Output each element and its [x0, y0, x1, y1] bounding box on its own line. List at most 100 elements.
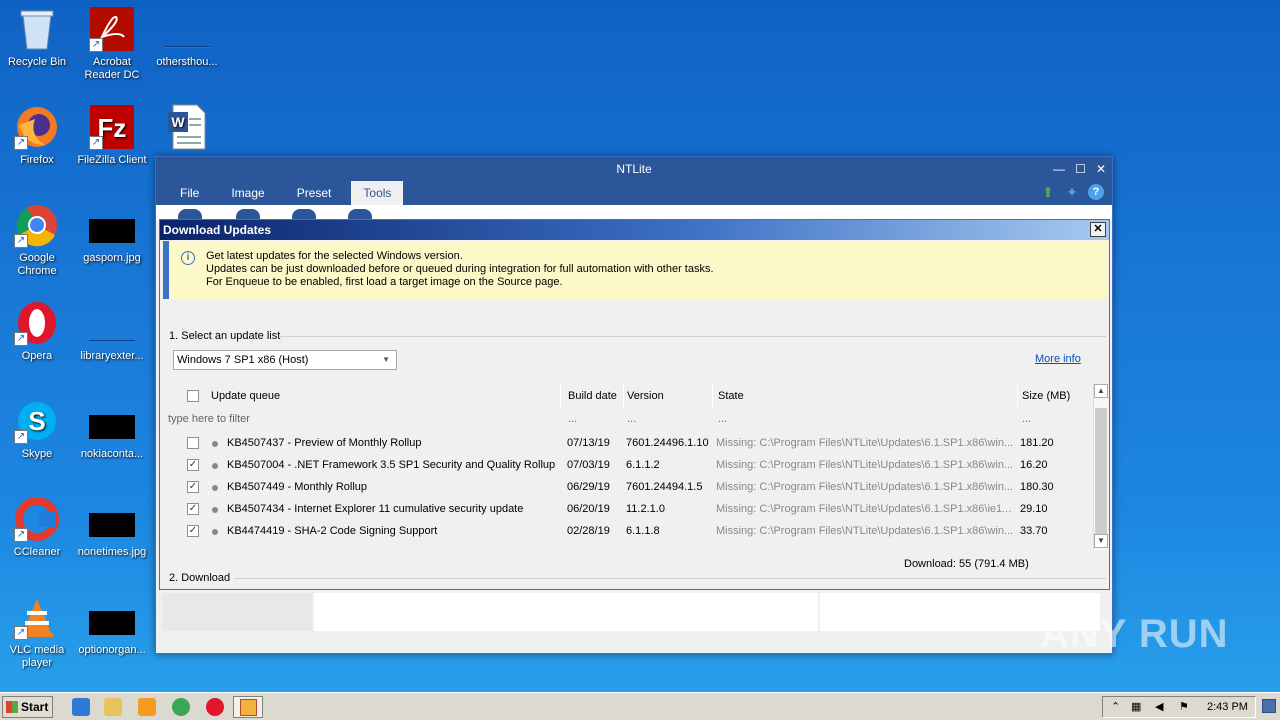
volume-icon[interactable]: ◀ — [1155, 700, 1163, 713]
desktop-icon-label: Acrobat Reader DC — [84, 56, 140, 81]
start-button[interactable]: Start — [2, 696, 53, 718]
ribbon-button-icon[interactable] — [236, 209, 260, 219]
network-icon[interactable]: ▦ — [1131, 700, 1141, 713]
download-total: Download: 55 (791.4 MB) — [904, 558, 1029, 570]
content-panel — [314, 593, 818, 631]
flag-icon[interactable]: ⚑ — [1179, 700, 1189, 713]
status-dot-icon — [212, 485, 218, 491]
desktop-icon-othersthou[interactable]: othersthou... — [150, 6, 224, 69]
watermark: ANY RUN — [1040, 612, 1229, 656]
status-dot-icon — [212, 529, 218, 535]
select-all-checkbox[interactable] — [187, 390, 199, 402]
column-header-version[interactable]: Version — [627, 384, 713, 408]
chrome-icon[interactable] — [172, 698, 190, 716]
clock[interactable]: 2:43 PM — [1207, 701, 1248, 713]
ribbon-button-icon[interactable] — [348, 209, 372, 219]
desktop-icon-gasporn[interactable]: gasporn.jpg — [75, 202, 149, 265]
table-row[interactable]: ✓ KB4507449 - Monthly Rollup 06/29/19 76… — [163, 477, 1091, 499]
column-header-build-date[interactable]: Build date — [568, 384, 624, 408]
file-explorer-icon[interactable] — [104, 698, 122, 716]
desktop-icon-nonetimes[interactable]: nonetimes.jpg — [75, 496, 149, 559]
filter-input-version[interactable]: ... — [627, 413, 636, 425]
help-icon[interactable]: ? — [1088, 184, 1104, 200]
show-desktop-button[interactable] — [1262, 699, 1276, 713]
desktop-icon-firefox[interactable]: ↗ Firefox — [0, 104, 74, 167]
scroll-up-icon[interactable]: ▲ — [1094, 384, 1108, 398]
filter-input-build[interactable]: ... — [568, 413, 577, 425]
download-updates-dialog: Download Updates ✕ i Get latest updates … — [159, 219, 1110, 590]
media-player-icon[interactable] — [138, 698, 156, 716]
window-titlebar[interactable]: NTLite — ☐ ✕ — [156, 157, 1112, 181]
tab-preset[interactable]: Preset — [285, 181, 344, 205]
tab-file[interactable]: File — [168, 181, 211, 205]
desktop-icon-nokiaconta[interactable]: nokiaconta... — [75, 398, 149, 461]
desktop-icon-label: gasporn.jpg — [83, 252, 141, 264]
table-row[interactable]: ✓ KB4474419 - SHA-2 Code Signing Support… — [163, 521, 1091, 543]
vertical-scrollbar[interactable]: ▲ ▼ — [1093, 384, 1108, 550]
section-label-select-list: 1. Select an update list — [169, 330, 281, 342]
minimize-icon[interactable]: — — [1053, 157, 1065, 181]
filter-input-name[interactable]: type here to filter — [168, 413, 250, 425]
desktop-icon-ccleaner[interactable]: ↗ CCleaner — [0, 496, 74, 559]
column-header-state[interactable]: State — [718, 384, 1018, 408]
scrollbar-thumb[interactable] — [1095, 408, 1107, 534]
vlc-icon: ↗ — [14, 594, 60, 640]
taskbar-item-ntlite[interactable] — [233, 696, 263, 718]
table-row[interactable]: KB4507437 - Preview of Monthly Rollup 07… — [163, 433, 1091, 455]
dialog-titlebar[interactable]: Download Updates ✕ — [160, 220, 1109, 240]
twitter-icon[interactable]: ✦ — [1064, 184, 1080, 200]
desktop-icon-skype[interactable]: S ↗ Skype — [0, 398, 74, 461]
close-icon[interactable]: ✕ — [1096, 157, 1106, 181]
desktop-icon-acrobat[interactable]: ↗ Acrobat Reader DC — [75, 6, 149, 82]
table-row[interactable]: ✓ KB4507004 - .NET Framework 3.5 SP1 Sec… — [163, 455, 1091, 477]
column-header-queue[interactable]: Update queue — [211, 384, 561, 408]
desktop-icon-libraryexter[interactable]: libraryexter... — [75, 300, 149, 363]
desktop-icon-opera[interactable]: ↗ Opera — [0, 300, 74, 363]
section-label-download: 2. Download — [169, 572, 231, 584]
row-checkbox[interactable]: ✓ — [187, 459, 199, 471]
filter-row[interactable]: type here to filter ... ... ... ... — [163, 410, 1091, 430]
table-row[interactable]: ✓ KB4507434 - Internet Explorer 11 cumul… — [163, 499, 1091, 521]
row-checkbox[interactable]: ✓ — [187, 481, 199, 493]
desktop-icon-recycle-bin[interactable]: Recycle Bin — [0, 6, 74, 69]
row-checkbox[interactable] — [187, 437, 199, 449]
column-header-size[interactable]: Size (MB) — [1022, 384, 1091, 408]
ntlite-icon — [240, 699, 257, 716]
windows-flag-icon — [6, 701, 18, 713]
section-divider — [280, 336, 1106, 337]
desktop-icon-optionorgan[interactable]: optionorgan... — [75, 594, 149, 657]
info-line: For Enqueue to be enabled, first load a … — [206, 276, 563, 288]
tab-image[interactable]: Image — [219, 181, 276, 205]
desktop-icon-chrome[interactable]: ↗ Google Chrome — [0, 202, 74, 278]
build-date: 02/28/19 — [567, 525, 610, 537]
desktop-icon-label: Opera — [21, 350, 53, 362]
image-file-icon — [89, 496, 135, 542]
desktop-icon-vlc[interactable]: ↗ VLC media player — [0, 594, 74, 670]
row-checkbox[interactable]: ✓ — [187, 525, 199, 537]
filter-input-size[interactable]: ... — [1022, 413, 1031, 425]
opera-icon[interactable] — [206, 698, 224, 716]
tray-expand-icon[interactable]: ⌃ — [1111, 700, 1120, 713]
more-info-link[interactable]: More info — [1035, 353, 1081, 365]
version: 6.1.1.8 — [626, 525, 660, 537]
maximize-icon[interactable]: ☐ — [1075, 157, 1086, 181]
tab-tools[interactable]: Tools — [351, 181, 404, 205]
size: 33.70 — [1020, 525, 1048, 537]
internet-explorer-icon[interactable] — [72, 698, 90, 716]
desktop-icon-word-doc[interactable]: W — [150, 104, 224, 154]
dialog-close-button[interactable]: ✕ — [1090, 222, 1106, 237]
filter-input-state[interactable]: ... — [718, 413, 727, 425]
row-checkbox[interactable]: ✓ — [187, 503, 199, 515]
desktop-icon-filezilla[interactable]: Fz ↗ FileZilla Client — [75, 104, 149, 167]
desktop-icon-label: othersthou... — [156, 56, 218, 68]
desktop-icon-label: CCleaner — [13, 546, 61, 558]
scroll-down-icon[interactable]: ▼ — [1094, 534, 1108, 548]
update-arrow-icon[interactable]: ⬆ — [1040, 184, 1056, 200]
version: 6.1.1.2 — [626, 459, 660, 471]
update-list-select[interactable]: Windows 7 SP1 x86 (Host) ▼ — [173, 350, 397, 370]
ribbon-button-icon[interactable] — [178, 209, 202, 219]
ribbon-button-icon[interactable] — [292, 209, 316, 219]
update-name: KB4507437 - Preview of Monthly Rollup — [227, 437, 422, 449]
desktop-icon-label: optionorgan... — [78, 644, 146, 656]
info-line: Updates can be just downloaded before or… — [206, 263, 714, 275]
